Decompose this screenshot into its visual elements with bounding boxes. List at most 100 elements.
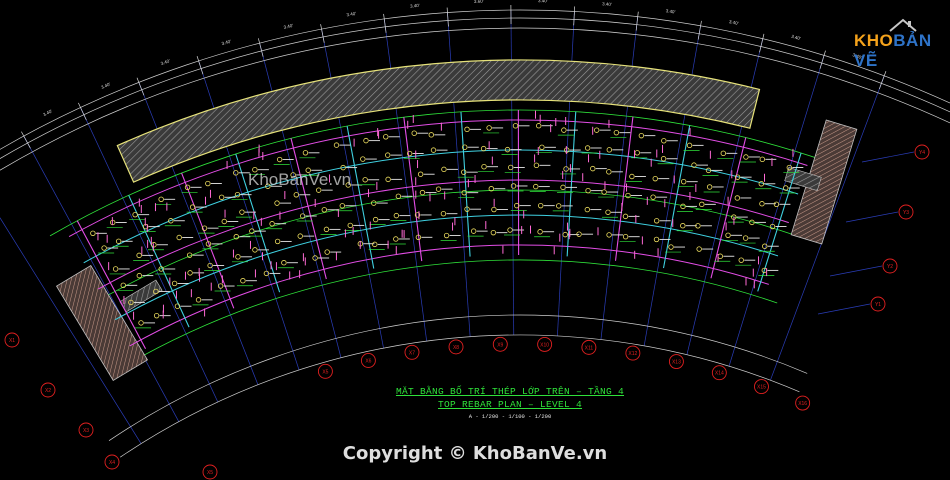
rebar-tag-bubble	[734, 195, 741, 201]
axis-bubble-label: X12	[628, 351, 637, 357]
dimension-tick	[196, 56, 204, 75]
rebar-tag-bubble	[158, 196, 164, 202]
left-corridor	[119, 279, 163, 313]
axis-leader-line	[861, 151, 915, 163]
axis-bubble-label: X5	[322, 369, 328, 375]
rebar-tag-bubble	[538, 202, 544, 209]
rebar-tag-bubble	[536, 123, 542, 129]
rebar-tag-bubble	[393, 236, 399, 242]
axis-bubble-label: X1	[9, 338, 15, 344]
rebar-tag-bubble	[136, 272, 143, 279]
rebar-tag-bubble	[333, 142, 340, 148]
rebar-tag-bubble	[176, 234, 182, 241]
rebar-tag-bubble	[512, 123, 519, 129]
rebar-tag-bubble	[269, 221, 275, 227]
rebar-tag-bubble	[759, 201, 765, 207]
drawing-scale-note: A - 1/200 - 1/100 - 1/200	[468, 413, 552, 420]
dimension-label: 3.40'	[283, 23, 294, 30]
rebar-tag-bubble	[481, 164, 487, 170]
dimension-label: 3.40'	[100, 81, 111, 89]
rebar-tag-bubble	[90, 230, 96, 237]
dimension-tick	[320, 24, 325, 43]
rebar-tag-bubble	[742, 235, 749, 241]
dimension-tick	[635, 11, 639, 31]
rebar-tag-bubble	[720, 150, 727, 157]
rebar-tag-bubble	[470, 228, 477, 234]
axis-bubble-label: X9	[497, 342, 503, 348]
dimension-tick	[383, 13, 387, 33]
rebar-tag-bubble	[560, 184, 566, 191]
rebar-tag-bubble	[537, 229, 543, 235]
rebar-tag-bubble	[171, 280, 178, 287]
rebar-tag-bubble	[706, 184, 713, 190]
rebar-tag-bubble	[362, 177, 368, 183]
dimension-tick	[573, 6, 576, 26]
rebar-tag-bubble	[461, 169, 467, 175]
rebar-tag-bubble	[490, 229, 497, 236]
khobanve-logo[interactable]: KHOBẢN VẼ	[850, 18, 946, 70]
rebar-tag-bubble	[195, 297, 202, 303]
axis-bubble-label: X16	[798, 401, 807, 407]
rebar-tag-bubble	[625, 192, 631, 199]
rebar-tag-bubble	[606, 232, 612, 238]
axis-leader-line	[817, 303, 871, 315]
rebar-tag-bubble	[281, 260, 287, 266]
rebar-tag-bubble	[593, 127, 600, 133]
axis-leader-line	[829, 265, 883, 277]
rebar-tag-bubble	[417, 171, 424, 177]
rebar-tag-bubble	[274, 238, 281, 245]
axis-bubble-label: X8	[453, 345, 459, 351]
dimension-tick	[258, 38, 264, 57]
rebar-tag-bubble	[430, 147, 437, 153]
axis-bubble-label: X11	[585, 345, 594, 351]
dimension-label: 3.40'	[729, 19, 740, 26]
dimension-tick	[759, 33, 765, 53]
rebar-tag-bubble	[321, 207, 327, 213]
axis-bubble-label: X6	[365, 358, 371, 364]
rebar-tag-bubble	[507, 227, 513, 233]
dimension-tick	[446, 7, 449, 27]
drawing-title-block: MẶT BẰNG BỐ TRÍ THÉP LỚP TRÊN – TẦNG 4 T…	[380, 386, 640, 420]
house-roof-icon	[889, 18, 917, 32]
rebar-tag-bubble	[443, 232, 450, 239]
rebar-tag-bubble	[428, 132, 434, 138]
dimension-label: 3.40'	[410, 3, 420, 9]
watermark: KhoBanVe.vn	[248, 170, 352, 189]
rebar-tag-bubble	[717, 253, 724, 259]
rebar-tag-bubble	[323, 226, 330, 233]
dimension-label: 3.60'	[474, 0, 484, 4]
dimension-label: 3.40'	[160, 58, 171, 66]
rebar-tag-bubble	[383, 134, 389, 140]
rebar-tag-bubble	[653, 236, 660, 243]
rebar-tag-bubble	[533, 162, 540, 169]
rebar-tag-bubble	[556, 203, 562, 209]
rebar-tag-bubble	[136, 252, 142, 259]
rebar-tag-bubble	[638, 132, 645, 139]
rebar-tag-bubble	[151, 242, 157, 248]
rebar-tag-bubble	[324, 249, 330, 255]
drawing-title-english: TOP REBAR PLAN – LEVEL 4	[437, 399, 583, 410]
dimension-label: 3.40'	[221, 39, 232, 47]
rebar-tag-bubble	[419, 189, 426, 196]
rebar-tag-bubble	[510, 183, 517, 189]
axis-bubble-label: X5	[207, 470, 213, 476]
axis-bubble-label: Y3	[903, 210, 909, 216]
rebar-tag-bubble	[252, 247, 258, 253]
rebar-tag-bubble	[363, 137, 369, 144]
rebar-tag-bubble	[605, 209, 611, 215]
rebar-tag-bubble	[205, 180, 211, 187]
rebar-tag-bubble	[435, 186, 442, 192]
rebar-tag-bubble	[411, 130, 417, 136]
rebar-tag-bubble	[650, 194, 656, 200]
rebar-tag-bubble	[372, 241, 378, 248]
rebar-tag-bubble	[276, 156, 283, 163]
rebar-tag-bubble	[606, 169, 612, 175]
rebar-tag-bubble	[738, 257, 744, 263]
rebar-tag-bubble	[293, 192, 300, 198]
rebar-tag-bubble	[138, 320, 144, 326]
rebar-tag-bubble	[584, 145, 591, 151]
rebar-tag-bubble	[634, 150, 640, 156]
axis-bubbles: X5X6X7X8 X9 X10 X11X12X13X14X15X16X1X2X3X4X…	[4, 144, 930, 480]
copyright-notice: Copyright © KhoBanVe.vn	[342, 443, 608, 464]
rebar-tag-bubble	[622, 213, 629, 220]
